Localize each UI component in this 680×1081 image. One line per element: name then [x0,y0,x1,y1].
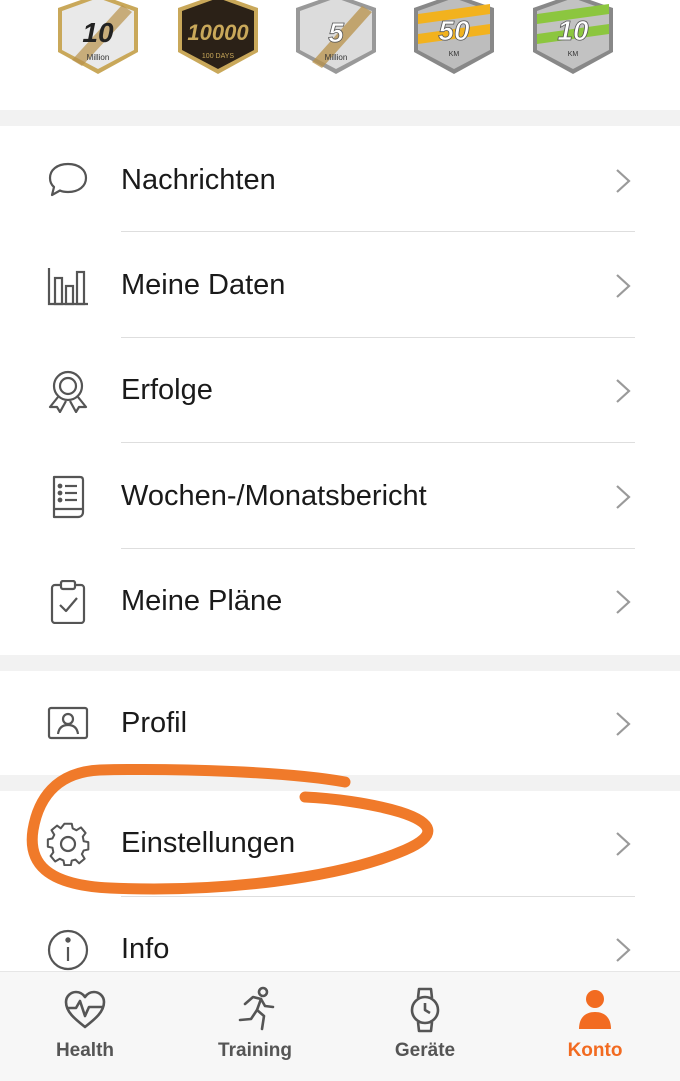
tab-geraete[interactable]: Geräte [340,972,510,1081]
bottom-tab-bar: Health Training Geräte Konto [0,971,680,1081]
badge-sub: Million [325,53,348,62]
badge-value: 50 [438,15,470,46]
medal-icon [48,370,88,413]
tab-health[interactable]: Health [0,972,170,1081]
menu-item-label: Einstellungen [121,827,296,859]
menu-item-label: Erfolge [121,374,213,406]
chevron-right-icon [616,169,631,193]
user-icon [579,990,611,1029]
menu-section-settings: Einstellungen Info [0,791,680,971]
chevron-right-icon [616,590,631,614]
section-gap [0,655,680,671]
badge-value: 10 [82,17,114,48]
tab-label: Konto [567,1040,623,1061]
bar-chart-icon [47,268,88,306]
chevron-right-icon [616,274,631,298]
badge-10-km[interactable]: 10 KM [527,0,619,76]
info-icon [47,929,89,971]
menu-item-label: Nachrichten [121,164,276,196]
tab-label: Geräte [394,1040,456,1061]
menu-item-meine-plaene[interactable]: Meine Pläne [0,549,680,654]
badge-value: 5 [328,17,344,48]
menu-item-profil[interactable]: Profil [0,671,680,775]
menu-section-main: Nachrichten Meine Daten Erfolge Wochen-/… [0,126,680,655]
report-icon [52,475,85,519]
badge-10000-100-days[interactable]: 10000 100 DAYS [172,0,264,76]
menu-item-einstellungen[interactable]: Einstellungen [0,791,680,896]
badge-value: 10000 [187,20,249,45]
badge-sub: KM [568,51,579,58]
badge-sub: 100 DAYS [202,53,234,60]
section-gap [0,110,680,126]
tab-label: Health [55,1040,115,1061]
menu-item-wochen-monatsbericht[interactable]: Wochen-/Monatsbericht [0,444,680,549]
badges-strip: 10 Million 10000 100 DAYS 5 Million 50 K… [0,0,680,110]
chevron-right-icon [616,938,631,962]
chevron-right-icon [616,379,631,403]
runner-icon [238,986,275,1031]
tab-konto[interactable]: Konto [510,972,680,1081]
menu-item-label: Meine Pläne [121,585,283,617]
badge-sub: KM [449,51,460,58]
menu-item-meine-daten[interactable]: Meine Daten [0,233,680,338]
heart-pulse-icon [64,990,106,1029]
gear-icon [46,822,90,866]
badge-5-million[interactable]: 5 Million [290,0,382,76]
chevron-right-icon [616,485,631,509]
watch-icon [410,987,440,1033]
clipboard-check-icon [50,580,86,624]
section-gap [0,775,680,791]
tab-training[interactable]: Training [170,972,340,1081]
menu-section-profile: Profil [0,671,680,775]
badge-50-km[interactable]: 50 KM [408,0,500,76]
menu-item-nachrichten[interactable]: Nachrichten [0,128,680,233]
menu-item-label: Profil [121,707,188,739]
divider [121,231,635,232]
chevron-right-icon [616,712,631,736]
divider [121,442,635,443]
menu-item-label: Meine Daten [121,269,286,301]
tab-label: Training [218,1040,292,1061]
chat-bubble-icon [48,162,88,197]
menu-item-erfolge[interactable]: Erfolge [0,338,680,443]
chevron-right-icon [616,832,631,856]
id-card-icon [47,706,89,740]
badge-10-million[interactable]: 10 Million [52,0,144,76]
menu-item-label: Wochen-/Monatsbericht [121,480,427,512]
badge-sub: Million [87,53,110,62]
badge-value: 10 [557,15,589,46]
